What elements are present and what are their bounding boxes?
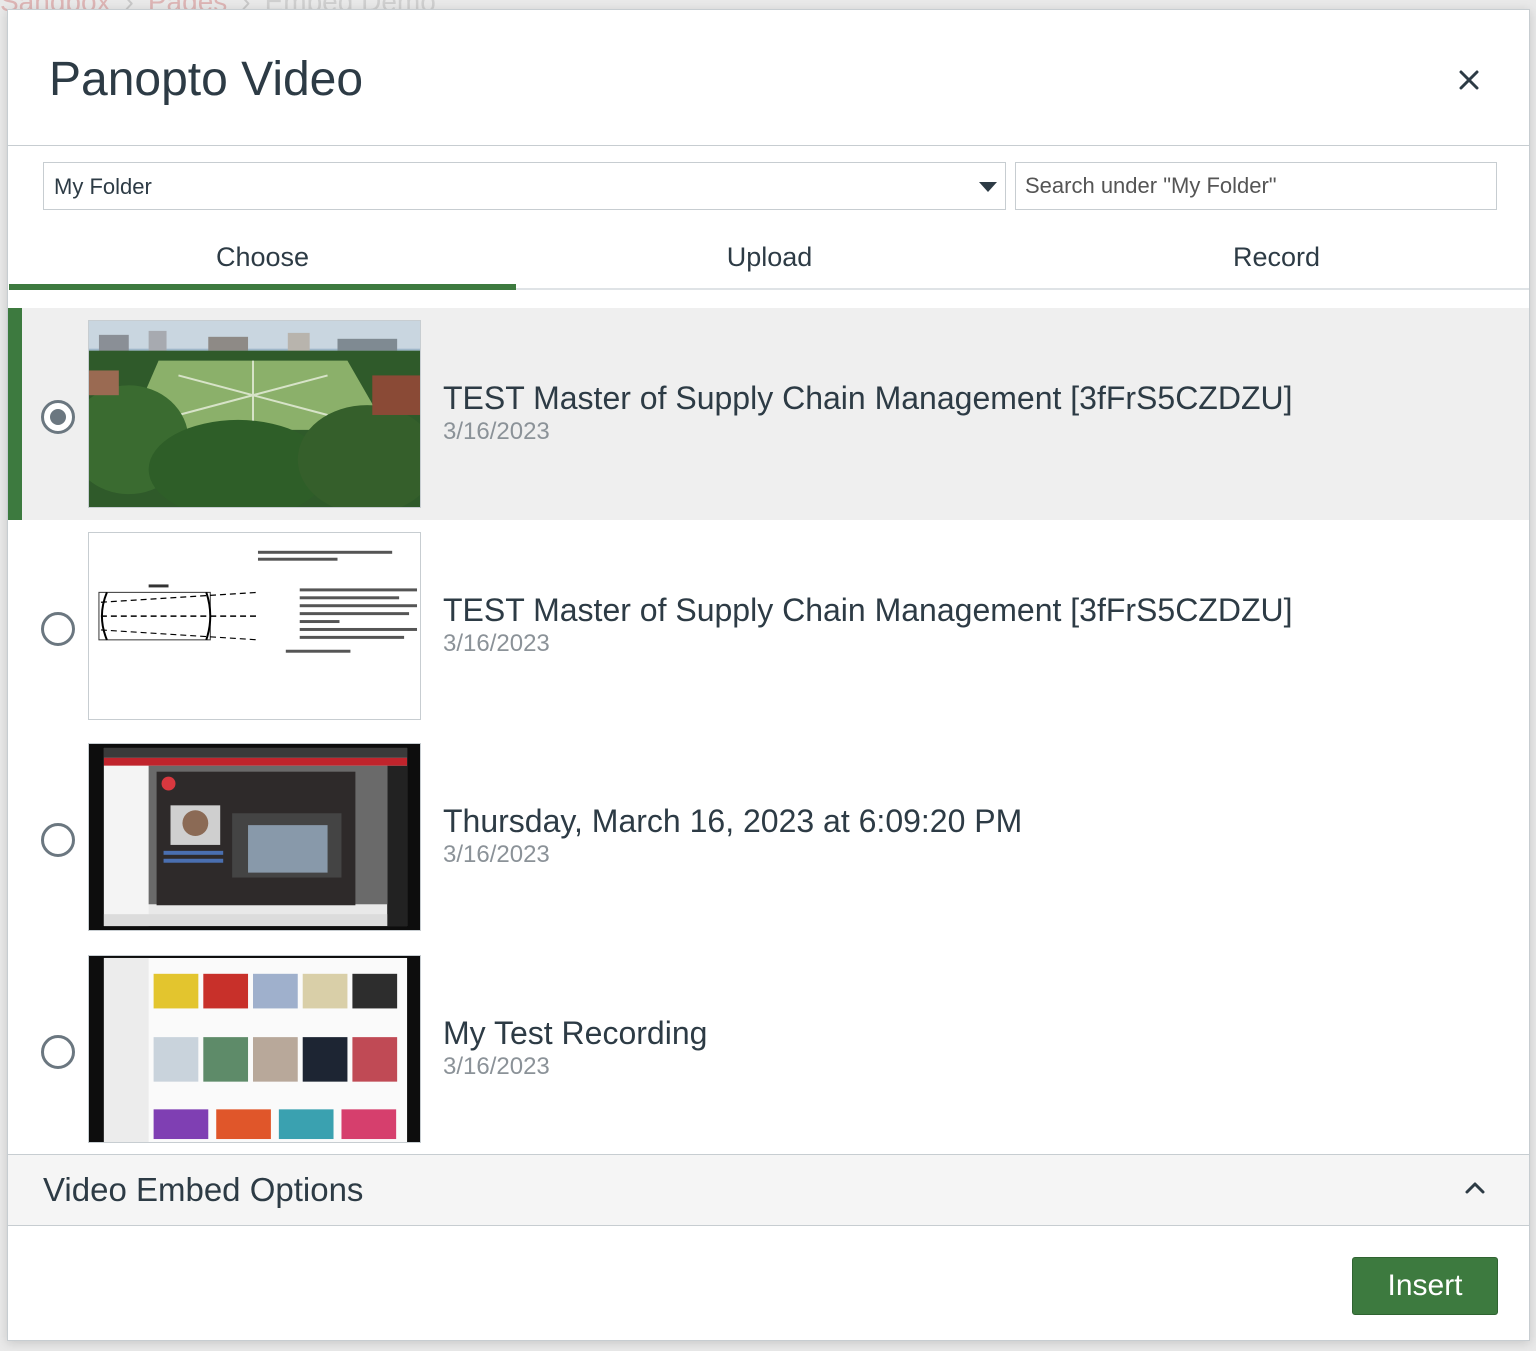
video-radio[interactable] [41,400,75,434]
video-radio[interactable] [41,1034,75,1069]
video-thumbnail [88,954,421,1143]
video-title: Thursday, March 16, 2023 at 6:09:20 PM [443,803,1023,839]
video-date: 3/16/2023 [443,629,550,657]
video-embed-options-toggle[interactable]: Video Embed Options [8,1154,1529,1226]
video-thumbnail [88,531,421,720]
close-icon [1459,70,1479,90]
tab-record[interactable]: Record [1023,226,1530,288]
folder-select-value: My Folder [54,174,152,199]
video-title: My Test Recording [443,1014,708,1051]
video-title: TEST Master of Supply Chain Management [… [443,380,1293,416]
video-list-item[interactable]: TEST Master of Supply Chain Management [… [8,520,1529,732]
video-date: 3/16/2023 [443,1052,550,1080]
video-date: 3/16/2023 [443,418,550,445]
video-radio[interactable] [41,611,75,646]
tab-upload[interactable]: Upload [516,226,1023,288]
picker-controls: My Folder Choose Upload Record [8,146,1529,306]
tab-choose[interactable]: Choose [9,226,516,290]
video-thumbnail [88,320,421,508]
caret-down-icon [979,182,997,192]
folder-select[interactable]: My Folder [43,162,1006,210]
close-button[interactable] [1449,60,1489,100]
video-thumbnail [88,743,421,931]
folder-search-input[interactable] [1015,162,1497,210]
video-list: TEST Master of Supply Chain Management [… [8,308,1529,1154]
video-title: TEST Master of Supply Chain Management [… [443,591,1293,628]
video-list-item[interactable]: My Test Recording 3/16/2023 [8,943,1529,1155]
dialog-header: Panopto Video [8,10,1529,146]
video-list-item[interactable]: Thursday, March 16, 2023 at 6:09:20 PM 3… [8,731,1529,943]
video-embed-options-label: Video Embed Options [43,1171,364,1208]
dialog-title: Panopto Video [49,53,364,106]
video-radio[interactable] [41,823,75,857]
panopto-video-dialog: Panopto Video My Folder Choose Upload Re… [7,9,1530,1341]
video-date: 3/16/2023 [443,841,550,868]
video-list-item[interactable]: TEST Master of Supply Chain Management [… [8,308,1529,520]
insert-button[interactable]: Insert [1352,1257,1498,1315]
chevron-up-icon [1465,1182,1485,1194]
tab-bar: Choose Upload Record [9,226,1529,290]
